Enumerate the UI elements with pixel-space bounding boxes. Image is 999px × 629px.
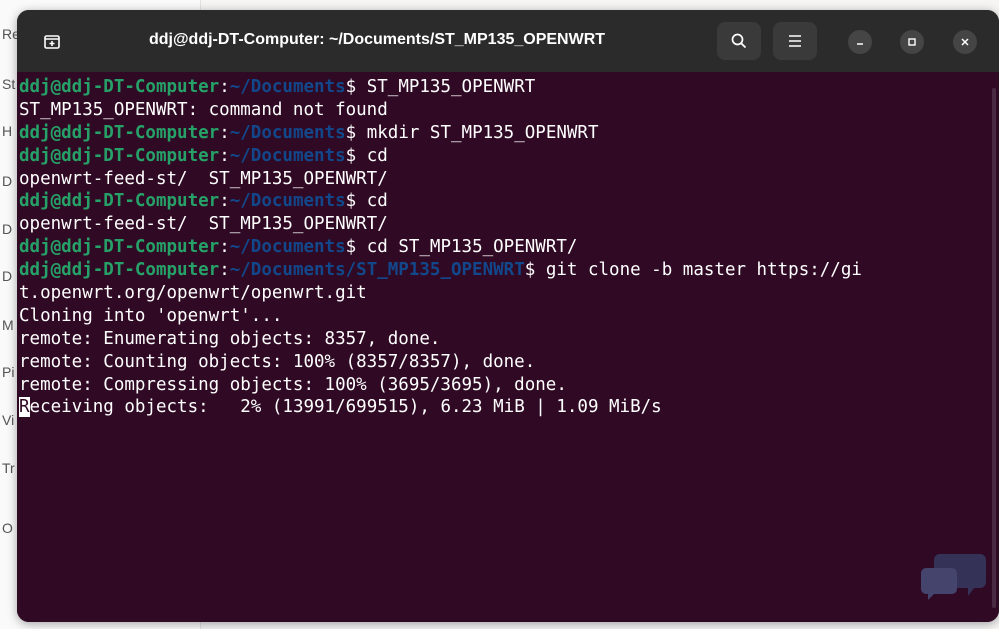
- terminal-output[interactable]: ddj@ddj-DT-Computer:~/Documents$ ST_MP13…: [17, 72, 999, 622]
- prompt-user: ddj@ddj-DT-Computer: [19, 77, 220, 97]
- background-label: St: [2, 76, 16, 92]
- terminal-output-line: Receiving objects: 2% (13991/699515), 6.…: [19, 396, 999, 419]
- menu-button[interactable]: [773, 22, 817, 60]
- search-button[interactable]: [717, 22, 761, 60]
- background-label: Tr: [2, 460, 15, 476]
- terminal-prompt-line: ddj@ddj-DT-Computer:~/Documents$ mkdir S…: [19, 122, 999, 145]
- prompt-separator: :: [219, 260, 230, 281]
- terminal-scrollbar[interactable]: [992, 88, 996, 608]
- line-text: remote: Counting objects: 100% (8357/835…: [19, 351, 536, 372]
- prompt-user: ddj@ddj-DT-Computer: [19, 122, 220, 143]
- minimize-icon: [857, 43, 863, 45]
- background-label: D: [2, 173, 13, 189]
- terminal-window: ddj@ddj-DT-Computer: ~/Documents/ST_MP13…: [17, 10, 999, 622]
- prompt-path: ~/Documents/ST_MP135_OPENWRT: [229, 260, 525, 281]
- terminal-cursor: R: [19, 397, 30, 418]
- terminal-output-line: remote: Enumerating objects: 8357, done.: [19, 328, 999, 351]
- background-label: Pi: [2, 364, 15, 380]
- window-title: ddj@ddj-DT-Computer: ~/Documents/ST_MP13…: [148, 31, 606, 48]
- background-label: D: [2, 221, 13, 237]
- line-text: ST_MP135_OPENWRT: [366, 77, 536, 97]
- terminal-output-line: t.openwrt.org/openwrt/openwrt.git: [19, 282, 999, 305]
- prompt-symbol: $: [345, 237, 367, 258]
- background-label: O: [2, 520, 13, 536]
- prompt-path: ~/Documents: [229, 122, 346, 143]
- prompt-symbol: $: [345, 145, 367, 166]
- maximize-button[interactable]: [900, 30, 924, 54]
- line-text: remote: Enumerating objects: 8357, done.: [19, 328, 441, 349]
- prompt-separator: :: [219, 145, 230, 166]
- close-icon: [961, 38, 969, 46]
- terminal-prompt-line: ddj@ddj-DT-Computer:~/Documents$ cd: [19, 190, 999, 213]
- line-text: remote: Compressing objects: 100% (3695/…: [19, 374, 567, 395]
- terminal-prompt-line: ddj@ddj-DT-Computer:~/Documents$ ST_MP13…: [19, 76, 999, 99]
- prompt-path: ~/Documents: [229, 145, 346, 166]
- terminal-output-line: openwrt-feed-st/ ST_MP135_OPENWRT/: [19, 213, 999, 236]
- prompt-separator: :: [219, 237, 230, 258]
- line-text: openwrt-feed-st/ ST_MP135_OPENWRT/: [19, 214, 388, 235]
- prompt-path: ~/Documents: [229, 77, 346, 97]
- prompt-separator: :: [219, 122, 230, 143]
- line-text: cd: [366, 191, 388, 212]
- new-tab-button[interactable]: [32, 24, 72, 60]
- prompt-user: ddj@ddj-DT-Computer: [19, 237, 220, 258]
- line-text: eceiving objects: 2% (13991/699515), 6.2…: [29, 397, 662, 418]
- prompt-path: ~/Documents: [229, 191, 346, 212]
- terminal-output-line: ST_MP135_OPENWRT: command not found: [19, 99, 999, 122]
- minimize-button[interactable]: [848, 30, 872, 54]
- terminal-prompt-line: ddj@ddj-DT-Computer:~/Documents/ST_MP135…: [19, 259, 999, 282]
- header-bar: ddj@ddj-DT-Computer: ~/Documents/ST_MP13…: [17, 10, 999, 72]
- prompt-symbol: $: [345, 122, 367, 143]
- prompt-symbol: $: [345, 191, 367, 212]
- terminal-output-line: Cloning into 'openwrt'...: [19, 305, 999, 328]
- prompt-user: ddj@ddj-DT-Computer: [19, 260, 220, 281]
- terminal-prompt-line: ddj@ddj-DT-Computer:~/Documents$ cd: [19, 145, 999, 168]
- line-text: ST_MP135_OPENWRT: command not found: [19, 99, 388, 120]
- chat-bubble-watermark-icon: [921, 554, 986, 600]
- terminal-output-line: remote: Compressing objects: 100% (3695/…: [19, 374, 999, 397]
- prompt-symbol: $: [524, 260, 546, 281]
- prompt-user: ddj@ddj-DT-Computer: [19, 145, 220, 166]
- hamburger-menu-icon: [789, 35, 801, 47]
- new-tab-icon: [44, 35, 60, 49]
- line-text: Cloning into 'openwrt'...: [19, 305, 283, 326]
- prompt-path: ~/Documents: [229, 237, 346, 258]
- line-text: cd: [366, 145, 388, 166]
- background-label: M: [2, 317, 14, 333]
- prompt-user: ddj@ddj-DT-Computer: [19, 191, 220, 212]
- prompt-separator: :: [219, 191, 230, 212]
- prompt-separator: :: [219, 77, 230, 97]
- line-text: git clone -b master https://gi: [545, 260, 862, 281]
- line-text: t.openwrt.org/openwrt/openwrt.git: [19, 283, 367, 304]
- line-text: openwrt-feed-st/ ST_MP135_OPENWRT/: [19, 168, 388, 189]
- terminal-output-line: remote: Counting objects: 100% (8357/835…: [19, 351, 999, 374]
- search-icon: [731, 33, 747, 49]
- background-label: Vi: [2, 412, 15, 428]
- background-label: D: [2, 268, 13, 284]
- line-text: mkdir ST_MP135_OPENWRT: [366, 122, 599, 143]
- terminal-prompt-line: ddj@ddj-DT-Computer:~/Documents$ cd ST_M…: [19, 236, 999, 259]
- terminal-output-line: openwrt-feed-st/ ST_MP135_OPENWRT/: [19, 168, 999, 191]
- maximize-icon: [908, 38, 916, 46]
- close-button[interactable]: [953, 30, 977, 54]
- line-text: cd ST_MP135_OPENWRT/: [366, 237, 578, 258]
- prompt-symbol: $: [345, 77, 367, 97]
- background-label: H: [2, 123, 13, 139]
